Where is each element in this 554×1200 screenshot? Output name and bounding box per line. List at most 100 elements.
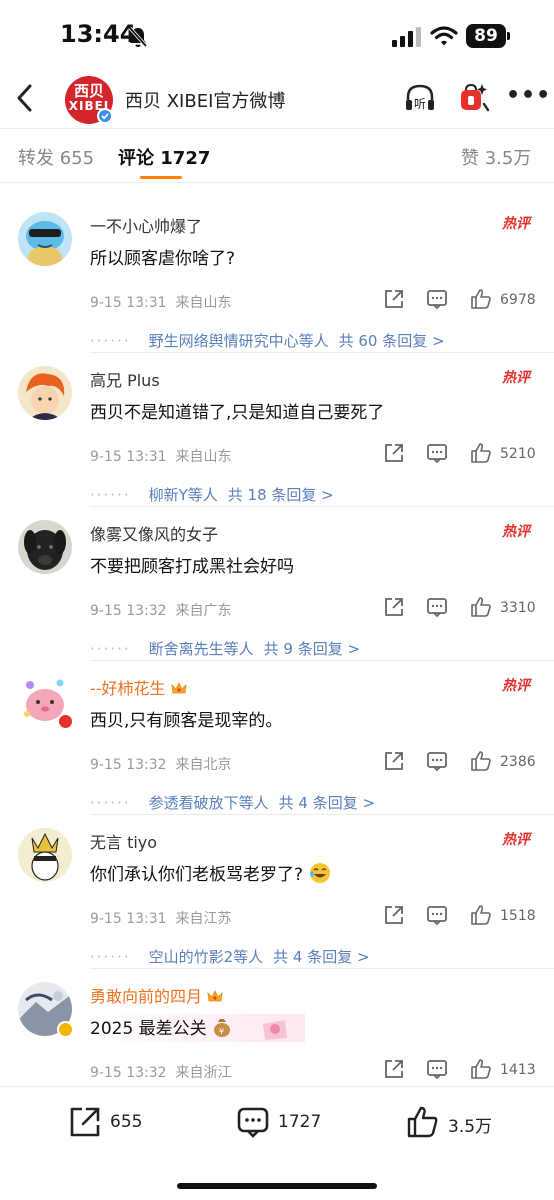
tabs-divider	[0, 182, 554, 183]
like-count: 6978	[500, 292, 536, 308]
status-time: 13:44	[60, 20, 137, 48]
headphone-icon: 听	[406, 84, 434, 111]
commenter-avatar[interactable]	[18, 212, 72, 266]
comment-icon[interactable]	[426, 442, 448, 464]
reply-count: 共 9 条回复 >	[263, 640, 361, 658]
like-icon[interactable]	[470, 904, 492, 926]
share-icon[interactable]	[383, 750, 405, 772]
comment-location: 来自浙江	[175, 1065, 232, 1081]
share-icon[interactable]	[383, 442, 405, 464]
comment-text: 西贝,只有顾客是现宰的。	[90, 711, 283, 731]
view-replies-link[interactable]: ······ 参透看破放下等人共 4 条回复 >	[90, 792, 375, 813]
like-icon[interactable]	[470, 442, 492, 464]
hot-comment-badge: 热评	[502, 370, 530, 386]
commenter-name[interactable]: 勇敢向前的四月	[90, 983, 223, 1007]
comment-meta: 9-15 13:32 来自广东	[90, 600, 231, 620]
comment-text: 你们承认你们老板骂老罗了?	[90, 860, 331, 885]
avatar-image	[18, 520, 72, 574]
like-count: 2386	[500, 754, 536, 770]
comment-time: 9-15 13:31	[90, 911, 167, 927]
comment-time: 9-15 13:32	[90, 757, 167, 773]
tab-reposts[interactable]: 转发 655	[18, 144, 94, 170]
reply-count: 共 4 条回复 >	[273, 948, 370, 966]
repost-icon	[70, 1107, 100, 1137]
gift-sticker-icon	[262, 1020, 287, 1040]
comment-location: 来自广东	[175, 603, 232, 619]
comment-icon[interactable]	[426, 1058, 448, 1080]
commenter-avatar[interactable]	[18, 520, 72, 574]
commenter-name[interactable]: 一不小心帅爆了	[90, 213, 202, 237]
comment-text: 西贝不是知道错了,只是知道自己要死了	[90, 403, 385, 423]
reply-users: 参透看破放下等人	[148, 794, 269, 812]
tab-likes[interactable]: 赞 3.5万	[461, 144, 531, 170]
commenter-name[interactable]: 像雾又像风的女子	[90, 521, 218, 545]
home-indicator	[177, 1183, 377, 1189]
view-replies-link[interactable]: ······ 空山的竹影2等人共 4 条回复 >	[90, 946, 370, 967]
status-bar: 13:44 89	[0, 0, 554, 70]
comment-meta: 9-15 13:32 来自北京	[90, 754, 231, 774]
comment-time: 9-15 13:32	[90, 603, 167, 619]
commenter-name[interactable]: --好柿花生	[90, 675, 187, 699]
svg-text:听: 听	[414, 97, 426, 111]
comment-location: 来自江苏	[175, 911, 232, 927]
view-replies-link[interactable]: ······ 柳新Y等人共 18 条回复 >	[90, 484, 334, 505]
post-header: 西贝 XIBEI 西贝 XIBEI官方微博 听 •••	[0, 70, 554, 128]
crown-icon	[171, 682, 187, 694]
comment-time: 9-15 13:32	[90, 1065, 167, 1081]
repost-button[interactable]: 655	[68, 1105, 158, 1141]
like-icon[interactable]	[470, 288, 492, 310]
hot-comment-badge: 热评	[502, 216, 530, 232]
view-replies-link[interactable]: ······ 野生网络舆情研究中心等人共 60 条回复 >	[90, 330, 445, 351]
like-icon[interactable]	[470, 596, 492, 618]
reply-users: 柳新Y等人	[148, 486, 218, 504]
share-icon[interactable]	[383, 288, 405, 310]
commenter-name-text: 勇敢向前的四月	[90, 987, 203, 1006]
header-divider	[0, 128, 554, 129]
comment-bubble-icon	[237, 1107, 269, 1138]
more-options-button[interactable]: •••	[506, 85, 550, 110]
comment-divider	[90, 660, 554, 661]
tab-comments[interactable]: 评论 1727	[118, 144, 210, 170]
comment-icon[interactable]	[426, 904, 448, 926]
ai-summary-icon[interactable]	[458, 82, 490, 114]
reply-users: 野生网络舆情研究中心等人	[148, 332, 329, 350]
comment-location: 来自山东	[175, 295, 232, 311]
like-total: 3.5万	[448, 1117, 493, 1137]
comment-meta: 9-15 13:31 来自山东	[90, 446, 231, 466]
wifi-icon	[430, 26, 458, 46]
comment-divider	[90, 352, 554, 353]
comment-divider	[90, 506, 554, 507]
comment-meta: 9-15 13:31 来自江苏	[90, 908, 231, 928]
hot-comment-badge: 热评	[502, 678, 530, 694]
author-name[interactable]: 西贝 XIBEI官方微博	[125, 87, 285, 113]
active-tab-indicator	[140, 176, 182, 179]
commenter-avatar[interactable]	[18, 366, 72, 420]
bell-off-icon	[128, 26, 148, 48]
commenter-name[interactable]: 高兄 Plus	[90, 367, 160, 391]
comment-icon[interactable]	[426, 288, 448, 310]
comment-icon[interactable]	[426, 596, 448, 618]
comment-icon[interactable]	[426, 750, 448, 772]
share-icon[interactable]	[383, 596, 405, 618]
share-icon[interactable]	[383, 1058, 405, 1080]
like-button[interactable]: 3.5万	[406, 1105, 506, 1141]
comment-button[interactable]: 1727	[236, 1105, 336, 1141]
avatar-brand-text: 西贝	[73, 82, 104, 100]
hot-comment-badge: 热评	[502, 832, 530, 848]
crown-icon	[207, 990, 223, 1002]
like-icon[interactable]	[470, 750, 492, 772]
back-icon[interactable]	[12, 82, 40, 114]
repost-count: 655	[110, 1112, 143, 1132]
commenter-avatar[interactable]	[18, 828, 72, 882]
view-replies-link[interactable]: ······ 断舍离先生等人共 9 条回复 >	[90, 638, 360, 659]
like-icon[interactable]	[470, 1058, 492, 1080]
like-count: 3310	[500, 600, 536, 616]
listen-button[interactable]: 听	[404, 82, 442, 114]
commenter-name[interactable]: 无言 tiyo	[90, 829, 157, 853]
laugh-cry-emoji-icon	[310, 863, 331, 883]
comment-time: 9-15 13:31	[90, 449, 167, 465]
comment-text-content: 2025 最差公关	[90, 1019, 207, 1039]
share-icon[interactable]	[383, 904, 405, 926]
hot-comment-badge: 热评	[502, 524, 530, 540]
comment-count: 1727	[278, 1112, 322, 1132]
